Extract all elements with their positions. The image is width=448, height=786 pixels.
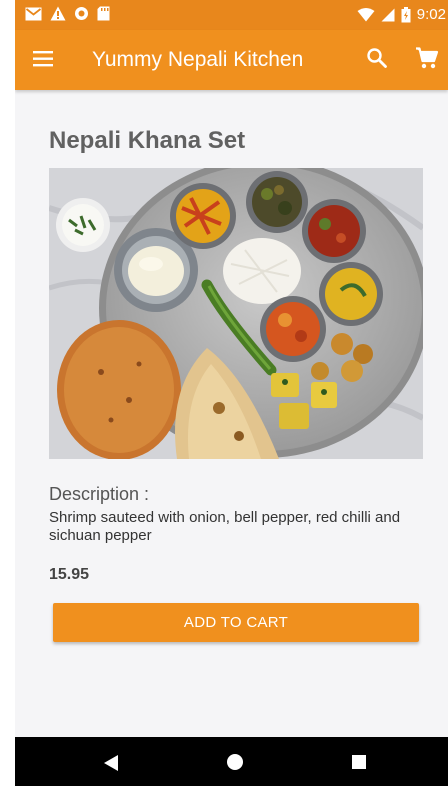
product-image bbox=[49, 168, 423, 459]
add-to-cart-button[interactable]: ADD TO CART bbox=[53, 603, 419, 642]
back-icon[interactable] bbox=[103, 754, 119, 772]
cart-icon[interactable] bbox=[415, 46, 439, 70]
wifi-icon bbox=[357, 7, 375, 21]
battery-icon bbox=[401, 6, 411, 22]
description-label: Description : bbox=[49, 484, 150, 504]
record-icon bbox=[75, 7, 88, 20]
menu-icon[interactable] bbox=[33, 50, 55, 68]
search-icon[interactable] bbox=[366, 47, 388, 69]
phone-screen: 9:02 Yummy Nepali Kitchen Nepali Khana S… bbox=[15, 0, 448, 786]
app-bar: Yummy Nepali Kitchen bbox=[15, 30, 448, 90]
signal-icon bbox=[381, 8, 395, 21]
status-bar: 9:02 bbox=[15, 0, 448, 30]
product-title: Nepali Khana Set bbox=[49, 127, 246, 154]
navigation-bar bbox=[15, 737, 448, 786]
app-title: Yummy Nepali Kitchen bbox=[92, 48, 304, 71]
home-icon[interactable] bbox=[227, 754, 243, 770]
sd-card-icon bbox=[97, 6, 110, 21]
price: 15.95 bbox=[49, 566, 90, 583]
recent-apps-icon[interactable] bbox=[352, 755, 366, 769]
mail-icon bbox=[25, 7, 42, 20]
status-time: 9:02 bbox=[416, 6, 446, 23]
description-text: Shrimp sauteed with onion, bell pepper, … bbox=[49, 509, 401, 544]
warning-icon bbox=[50, 6, 66, 21]
